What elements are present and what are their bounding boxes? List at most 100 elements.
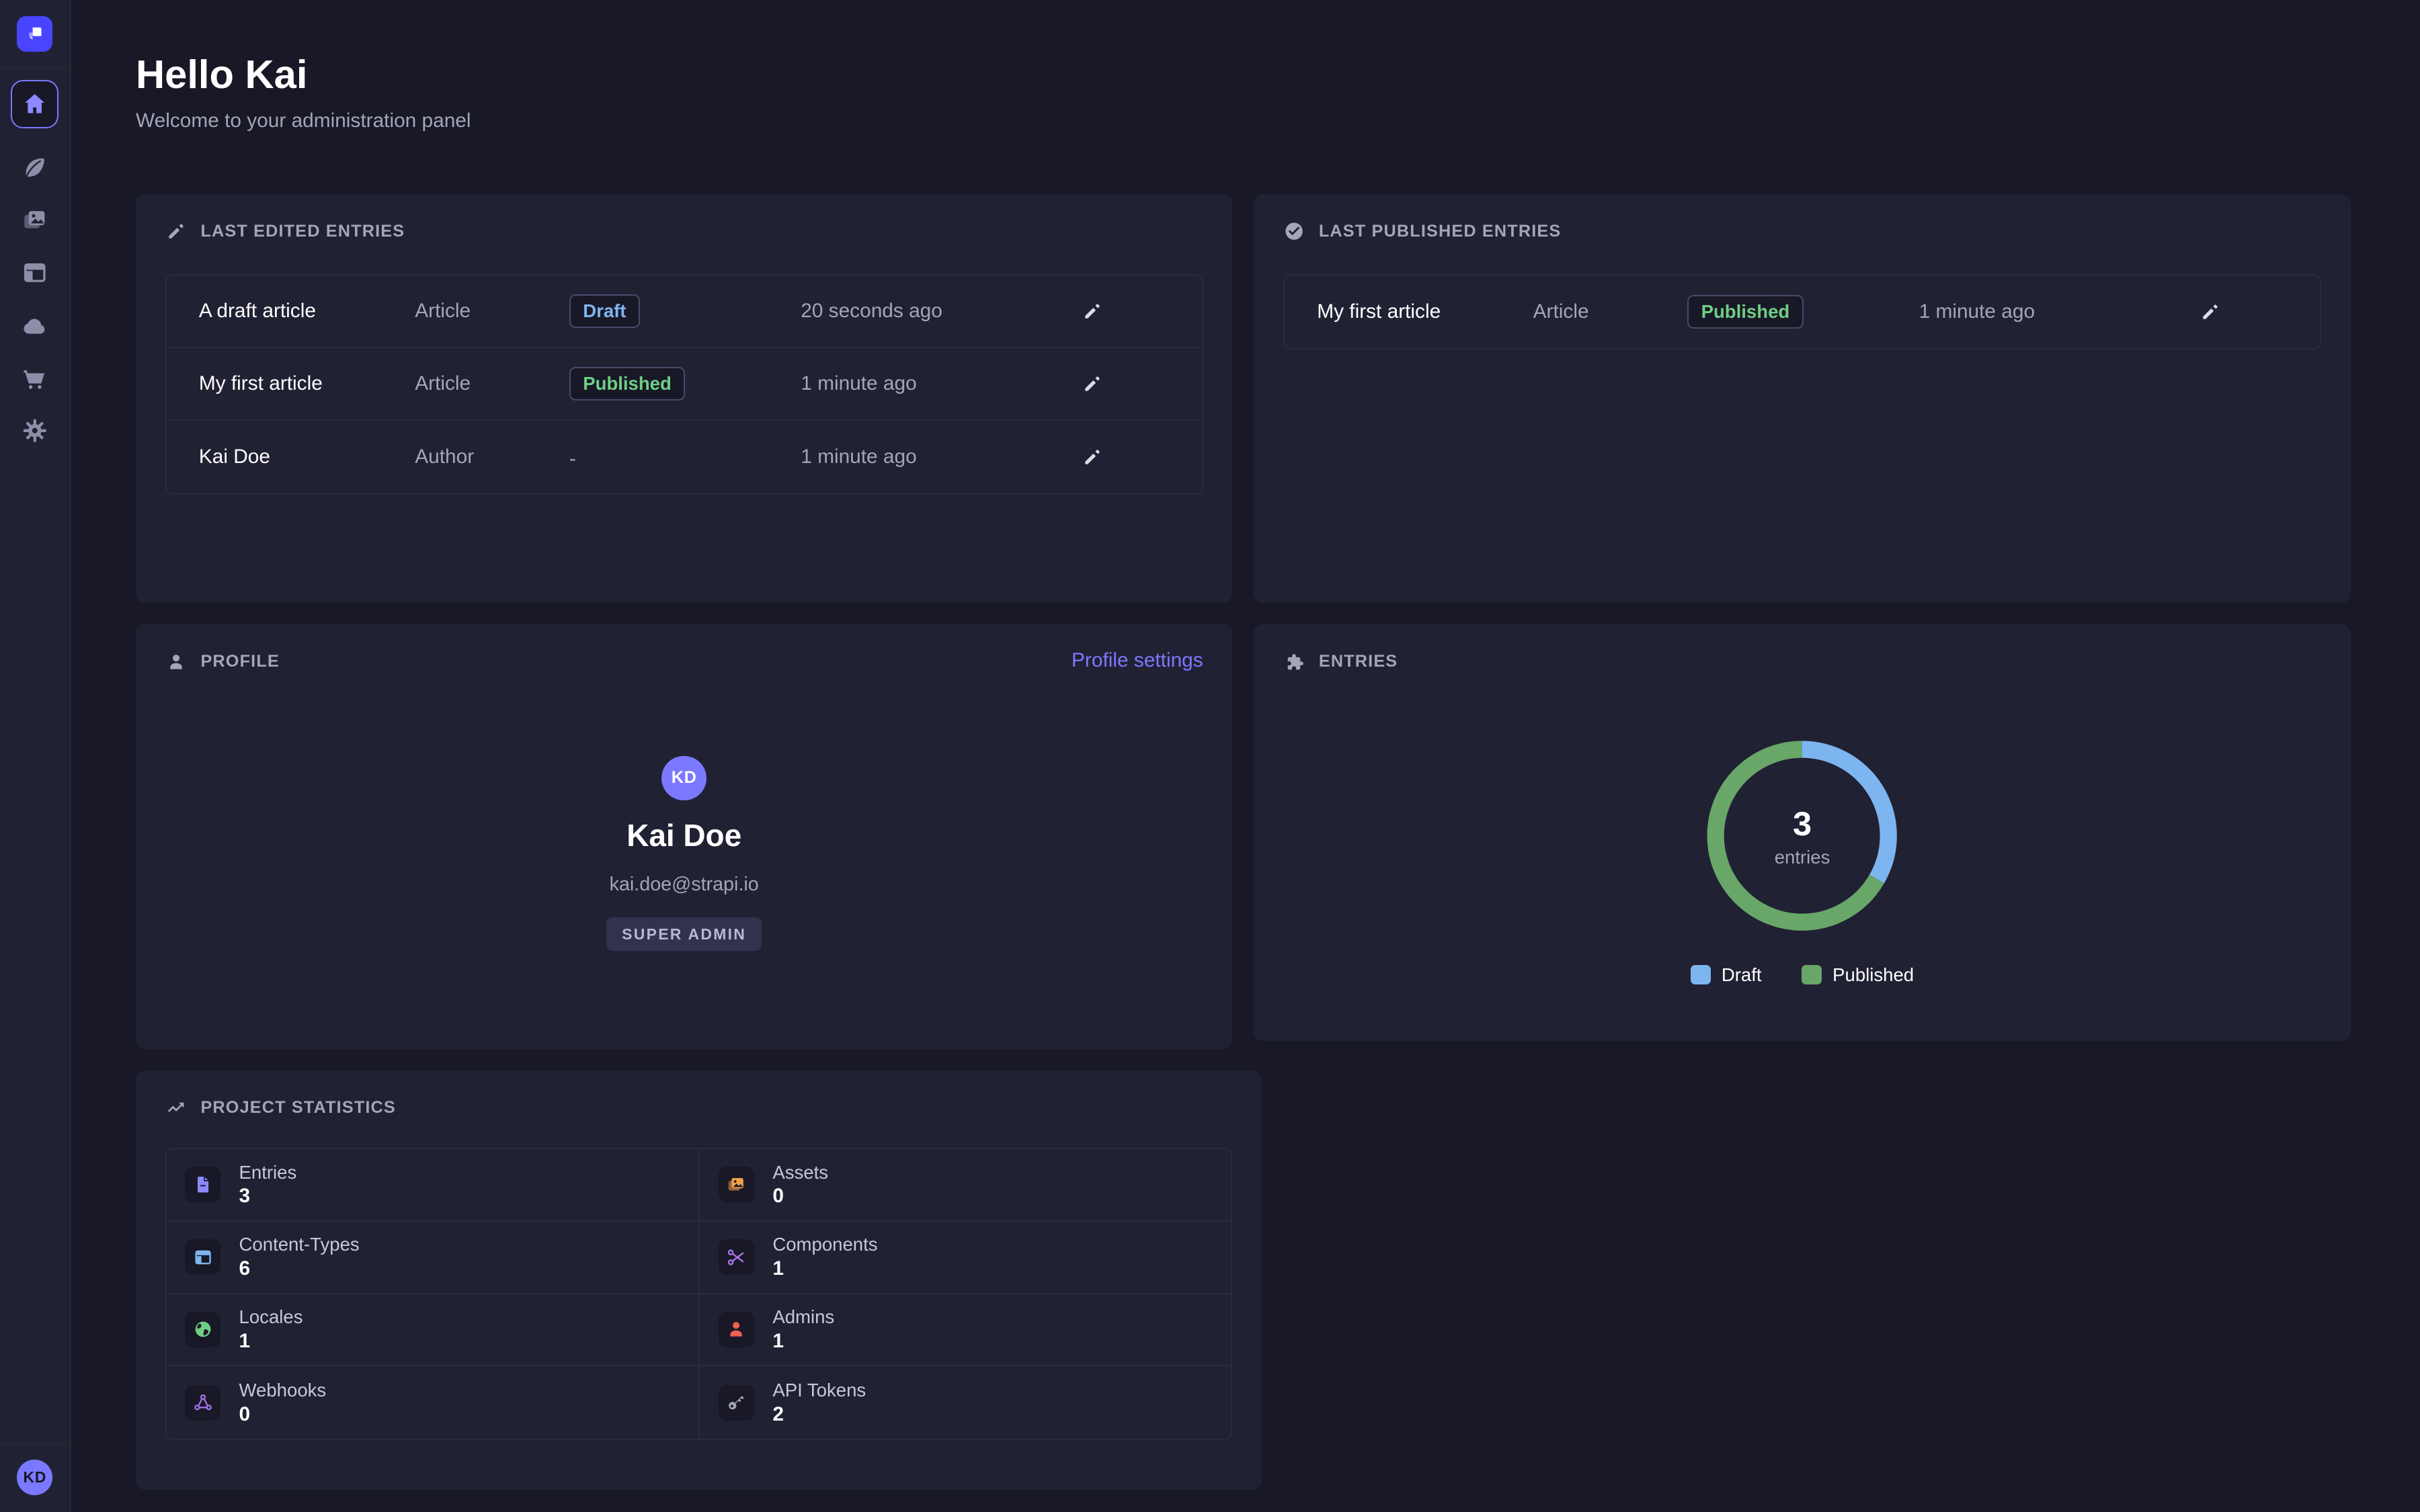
page-title: Hello Kai (136, 51, 2351, 97)
strapi-logo[interactable] (17, 16, 52, 52)
profile-header: PROFILE (165, 651, 1203, 673)
entry-time: 1 minute ago (801, 446, 1015, 468)
legend-item: Published (1802, 964, 1914, 986)
statistics-grid: Entries3 Assets0 Content-Types6 (165, 1148, 1233, 1441)
entries-card: ENTRIES 3 entries (1254, 624, 2350, 1041)
sidebar-item-cloud[interactable] (19, 310, 50, 341)
stat-value: 1 (772, 1330, 834, 1353)
table-row: My first article Article Published 1 min… (167, 348, 1202, 421)
stat-label: Components (772, 1234, 877, 1255)
card-title: PROJECT STATISTICS (200, 1098, 396, 1118)
page-subtitle: Welcome to your administration panel (136, 110, 2351, 132)
home-icon (21, 90, 48, 118)
card-title: ENTRIES (1319, 652, 1398, 671)
entries-header: ENTRIES (1283, 651, 2321, 673)
cards-grid: LAST EDITED ENTRIES A draft article Arti… (136, 194, 2351, 1490)
stat-label: Admins (772, 1306, 834, 1328)
table-row: My first article Article Published 1 min… (1285, 276, 2320, 348)
pencil-icon (1082, 300, 1103, 322)
legend-label: Draft (1722, 964, 1762, 986)
legend-item: Draft (1691, 964, 1762, 986)
edit-entry-button[interactable] (1075, 440, 1108, 474)
sidebar-item-media-library[interactable] (19, 205, 50, 236)
table-row: Kai Doe Author - 1 minute ago (167, 421, 1202, 493)
profile-name: Kai Doe (627, 817, 741, 853)
edit-entry-button[interactable] (1075, 367, 1108, 401)
entry-time: 1 minute ago (1919, 300, 2134, 323)
entry-title: Kai Doe (199, 446, 415, 468)
card-title: LAST EDITED ENTRIES (200, 222, 405, 241)
stat-label: Content-Types (239, 1234, 360, 1255)
table-row: A draft article Article Draft 20 seconds… (167, 276, 1202, 348)
webhook-icon (192, 1392, 214, 1413)
sidebar-item-settings[interactable] (19, 415, 50, 446)
stat-value: 3 (239, 1185, 297, 1208)
sidebar-nav (0, 69, 70, 456)
stat-label: Assets (772, 1162, 828, 1183)
entries-label: entries (1775, 847, 1830, 868)
entry-title: My first article (199, 372, 415, 395)
stat-api-tokens: API Tokens2 (698, 1366, 1231, 1439)
last-published-header: LAST PUBLISHED ENTRIES (1283, 220, 2321, 242)
check-circle-icon (1283, 220, 1305, 242)
edit-entry-button[interactable] (1075, 294, 1108, 328)
pencil-icon (1082, 373, 1103, 394)
legend-swatch-draft (1691, 965, 1711, 985)
entries-count: 3 (1793, 804, 1812, 843)
cloud-icon (20, 311, 50, 341)
last-published-table: My first article Article Published 1 min… (1283, 274, 2321, 349)
sidebar-footer: KD (0, 1443, 70, 1512)
pencil-icon (2200, 301, 2221, 323)
sidebar-item-content-type-builder[interactable] (19, 257, 50, 288)
sidebar-item-content-manager[interactable] (19, 153, 50, 183)
layout-icon (20, 258, 50, 288)
last-edited-header: LAST EDITED ENTRIES (165, 220, 1203, 242)
stat-value: 1 (772, 1257, 877, 1280)
stat-label: Webhooks (239, 1380, 327, 1401)
edit-entry-button[interactable] (2193, 295, 2227, 329)
file-icon (192, 1174, 214, 1195)
stat-value: 6 (239, 1257, 360, 1280)
layout-icon (192, 1247, 214, 1268)
stat-content-types: Content-Types6 (167, 1222, 699, 1294)
stat-locales: Locales1 (167, 1294, 699, 1367)
legend-swatch-published (1802, 965, 1822, 985)
user-avatar[interactable]: KD (17, 1460, 52, 1495)
donut-center: 3 entries (1705, 739, 1899, 933)
sidebar-item-home[interactable] (11, 80, 58, 128)
empty-grid-cell (1283, 1070, 2351, 1490)
stat-webhooks: Webhooks0 (167, 1366, 699, 1439)
project-statistics-header: PROJECT STATISTICS (165, 1097, 1233, 1118)
profile-body: KD Kai Doe kai.doe@strapi.io SUPER ADMIN (165, 673, 1203, 952)
entry-time: 1 minute ago (801, 372, 1015, 395)
person-icon (165, 651, 187, 673)
profile-avatar: KD (661, 756, 707, 801)
chart-legend: Draft Published (1283, 964, 2321, 986)
stat-components: Components1 (698, 1222, 1231, 1294)
stat-value: 1 (239, 1330, 303, 1353)
cart-icon (20, 364, 50, 393)
feather-icon (20, 153, 50, 183)
stat-entries: Entries3 (167, 1149, 699, 1222)
strapi-admin-homepage: KD Hello Kai Welcome to your administrat… (0, 0, 2420, 1512)
globe-icon (192, 1318, 214, 1340)
entry-title: My first article (1317, 300, 1533, 323)
stat-assets: Assets0 (698, 1149, 1231, 1222)
trending-up-icon (165, 1097, 187, 1118)
pencil-icon (165, 220, 187, 242)
sidebar-item-marketplace[interactable] (19, 362, 50, 393)
last-published-card: LAST PUBLISHED ENTRIES My first article … (1254, 194, 2350, 603)
puzzle-icon (1283, 651, 1305, 673)
entry-type: Article (415, 372, 569, 395)
sidebar-logo-area (0, 0, 70, 69)
no-status: - (569, 448, 576, 470)
entry-type: Article (1533, 300, 1688, 323)
stat-value: 0 (239, 1403, 327, 1426)
status-badge: Published (569, 367, 685, 401)
entry-time: 20 seconds ago (801, 300, 1015, 323)
pictures-icon (20, 206, 50, 235)
role-badge: SUPER ADMIN (606, 917, 762, 951)
profile-settings-link[interactable]: Profile settings (1072, 649, 1203, 672)
stat-label: API Tokens (772, 1380, 866, 1401)
person-icon (725, 1318, 747, 1340)
